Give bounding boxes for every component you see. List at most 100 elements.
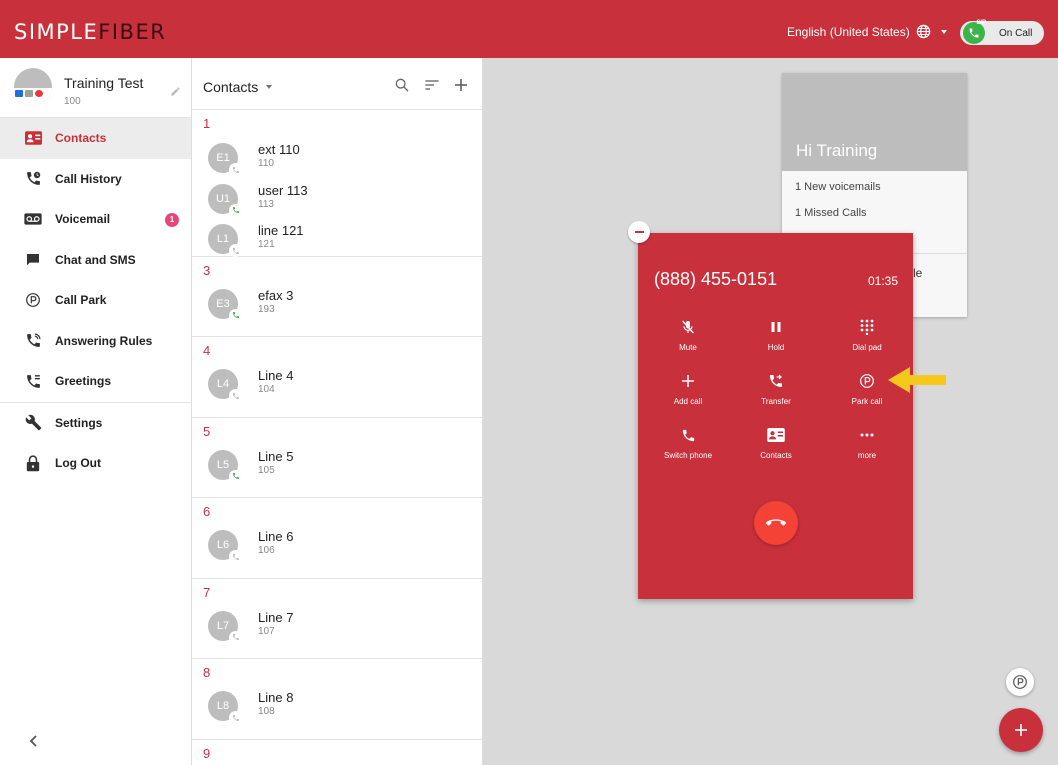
contact-group-letter: 3: [192, 255, 482, 280]
phone-presence-icon: [229, 550, 242, 563]
contact-extension: 121: [258, 239, 275, 250]
welcome-card-header: Hi Training: [782, 73, 967, 171]
phone-icon: [969, 28, 979, 38]
sip-badge: SIP: [976, 20, 986, 26]
contact-initials: L5: [216, 458, 230, 471]
contact-avatar: L7: [208, 610, 242, 644]
contact-row[interactable]: L7 Line 7 107: [192, 602, 482, 644]
switch-phone-button[interactable]: Switch phone: [648, 425, 728, 460]
sidebar-item-settings[interactable]: Settings: [0, 403, 191, 444]
transfer-button[interactable]: Transfer: [736, 371, 816, 406]
phone-presence-icon: [229, 711, 242, 724]
contact-name: efax 3: [258, 287, 294, 303]
contact-avatar: L4: [208, 369, 242, 402]
contact-extension: 107: [258, 625, 275, 637]
contact-extension: 104: [258, 384, 275, 395]
dial-pad-button[interactable]: Dial pad: [827, 317, 907, 352]
search-icon[interactable]: [394, 77, 410, 93]
voicemail-icon: [24, 210, 42, 228]
contact-row[interactable]: L8 Line 8 108: [192, 682, 482, 724]
contact-row[interactable]: U1 user 113 113: [192, 175, 482, 217]
new-voicemails-link[interactable]: 1 New voicemails: [782, 171, 967, 197]
call-button-label: Dial pad: [852, 343, 882, 352]
contact-extension: 106: [258, 545, 275, 556]
sidebar-item-greetings[interactable]: Greetings: [0, 361, 191, 402]
phone-presence-icon: [229, 244, 242, 257]
contact-group-letter: 7: [192, 577, 482, 602]
call-button-label: Contacts: [760, 451, 792, 460]
sidebar-item-answering-rules[interactable]: Answering Rules: [0, 321, 191, 362]
mute-button[interactable]: Mute: [648, 317, 728, 352]
contact-row[interactable]: L1 line 121 121: [192, 215, 482, 257]
arrow-pointer-icon: [888, 367, 946, 393]
sidebar-item-contacts[interactable]: Contacts: [0, 118, 191, 159]
dialpad-icon: [827, 317, 907, 337]
call-park-fab[interactable]: [1006, 668, 1034, 696]
contact-row[interactable]: L4 Line 4 104: [192, 360, 482, 402]
sidebar-item-call-park[interactable]: Call Park: [0, 280, 191, 321]
contact-row[interactable]: E3 efax 3 193: [192, 280, 482, 322]
add-call-button[interactable]: Add call: [648, 371, 728, 406]
call-status-label: On Call: [999, 27, 1033, 39]
pencil-icon[interactable]: [170, 86, 181, 97]
user-extension: 100: [64, 96, 81, 107]
user-profile: Training Test 100: [0, 58, 191, 118]
contact-group-letter: 6: [192, 497, 482, 521]
sidebar-item-label: Chat and SMS: [55, 252, 136, 267]
contacts-header: Contacts: [192, 58, 482, 110]
hang-up-button[interactable]: [754, 501, 798, 545]
language-selector[interactable]: English (United States): [787, 24, 951, 39]
more-icon: [827, 425, 907, 445]
contact-initials: E1: [216, 152, 230, 164]
sidebar-item-label: Greetings: [55, 374, 112, 389]
sidebar-item-call-history[interactable]: Call History: [0, 159, 191, 200]
voicemail-count-badge: 1: [165, 213, 179, 227]
call-button-label: Transfer: [761, 397, 791, 406]
contact-name: Line 6: [258, 529, 294, 544]
sidebar-item-chat-sms[interactable]: Chat and SMS: [0, 240, 191, 281]
call-status-toggle[interactable]: SIP On Call: [960, 20, 1044, 45]
contact-row[interactable]: L5 Line 5 105: [192, 441, 482, 483]
contact-name: Line 8: [258, 690, 294, 705]
new-action-fab[interactable]: [999, 708, 1043, 752]
app-header: SIMPLEFIBER English (United States) SIP …: [0, 0, 1058, 58]
contact-extension: 110: [258, 158, 274, 169]
pause-icon: [736, 317, 816, 337]
sidebar-item-log-out[interactable]: Log Out: [0, 443, 191, 484]
wrench-icon: [24, 414, 42, 432]
sidebar-item-voicemail[interactable]: Voicemail 1: [0, 199, 191, 240]
call-timer: 01:35: [867, 274, 898, 288]
contact-group-letter: 1: [203, 116, 211, 131]
chevron-down-icon: [266, 85, 273, 89]
greetings-icon: [24, 372, 42, 390]
contact-row[interactable]: E1 ext 110 110: [192, 134, 482, 176]
sort-icon[interactable]: [424, 78, 440, 92]
globe-icon: [916, 24, 930, 39]
contacts-actions: [394, 77, 468, 93]
sidebar-item-label: Answering Rules: [55, 333, 153, 348]
contact-row[interactable]: L6 Line 6 106: [192, 521, 482, 563]
call-button-label: Add call: [673, 397, 703, 406]
sip-status-knob: SIP: [963, 20, 986, 44]
plus-icon: [648, 371, 728, 391]
contacts-filter-dropdown[interactable]: Contacts: [203, 79, 274, 95]
add-contact-icon[interactable]: [454, 78, 468, 92]
contact-name: ext 110: [258, 142, 300, 157]
call-contacts-button[interactable]: Contacts: [736, 425, 816, 460]
call-button-label: Switch phone: [663, 451, 713, 460]
hold-button[interactable]: Hold: [736, 317, 816, 352]
phone-presence-icon: [229, 308, 242, 322]
minimize-call-button[interactable]: [628, 221, 650, 243]
contact-extension: 108: [258, 706, 275, 717]
more-button[interactable]: more: [827, 425, 907, 460]
missed-calls-link[interactable]: 1 Missed Calls: [782, 197, 967, 223]
call-button-label: Hold: [767, 343, 785, 352]
mic-off-icon: [648, 317, 728, 337]
collapse-sidebar-button[interactable]: [28, 734, 38, 753]
contact-initials: L4: [216, 378, 230, 390]
contact-group-letter: 8: [192, 658, 482, 682]
